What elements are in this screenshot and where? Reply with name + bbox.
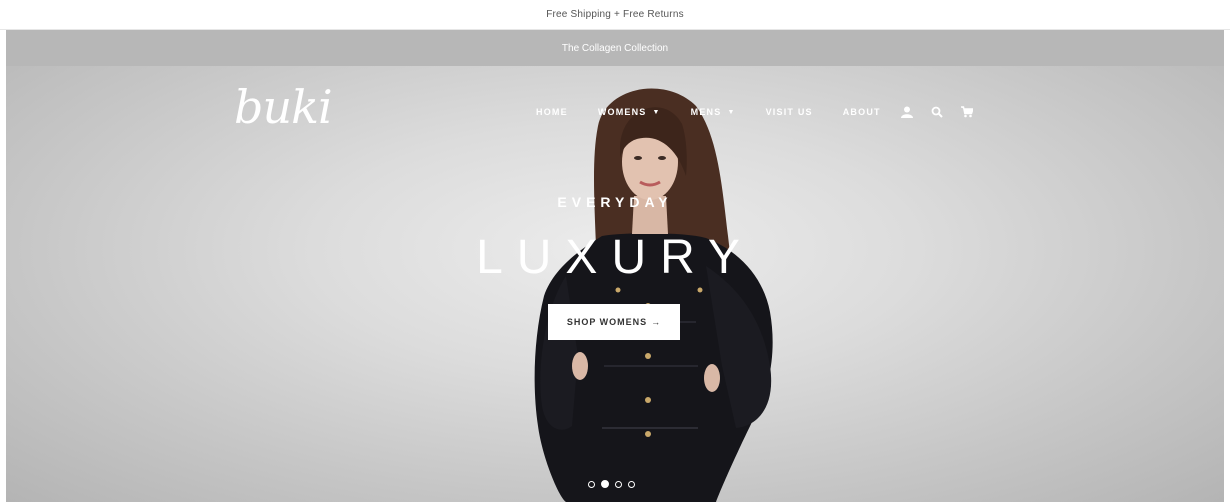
slide-dot-1[interactable] [588,480,595,488]
slide-dot-2[interactable] [601,480,609,488]
chevron-down-icon: ▼ [652,108,661,116]
announcement-text[interactable]: The Collagen Collection [562,43,668,54]
shipping-promo-text: Free Shipping + Free Returns [546,9,684,20]
cart-icon[interactable] [959,105,975,119]
nav-visit-us[interactable]: VISIT US [766,107,813,117]
nav-about-label[interactable]: ABOUT [843,107,881,117]
search-icon[interactable] [929,105,945,119]
nav-home-label[interactable]: HOME [536,107,568,117]
hero-banner: buki HOME WOMENS ▼ MENS ▼ VISIT US ABOUT [6,66,1224,502]
nav-home[interactable]: HOME [536,107,568,117]
announcement-bar[interactable]: The Collagen Collection [6,30,1224,66]
nav-about[interactable]: ABOUT [843,107,881,117]
slide-dot-3[interactable] [615,480,622,488]
arrow-right-icon: → [651,317,662,327]
nav-womens[interactable]: WOMENS ▼ [598,107,661,117]
main-nav: HOME WOMENS ▼ MENS ▼ VISIT US ABOUT [536,102,989,122]
shop-womens-button[interactable]: SHOP WOMENS → [548,304,680,340]
nav-mens[interactable]: MENS ▼ [691,107,736,117]
shop-womens-label[interactable]: SHOP WOMENS [567,317,647,327]
slider-dots [588,480,641,488]
shipping-promo-bar: Free Shipping + Free Returns [0,0,1230,30]
account-icon[interactable] [899,105,915,119]
hero-title: LUXURY [476,231,754,284]
nav-mens-label[interactable]: MENS [691,107,722,117]
nav-visit-us-label[interactable]: VISIT US [766,107,813,117]
chevron-down-icon: ▼ [727,108,736,116]
hero-subtitle: EVERYDAY [557,194,673,210]
slide-dot-4[interactable] [628,480,635,488]
nav-womens-label[interactable]: WOMENS [598,107,647,117]
brand-logo[interactable]: buki [234,80,333,134]
header-icons [899,105,989,119]
